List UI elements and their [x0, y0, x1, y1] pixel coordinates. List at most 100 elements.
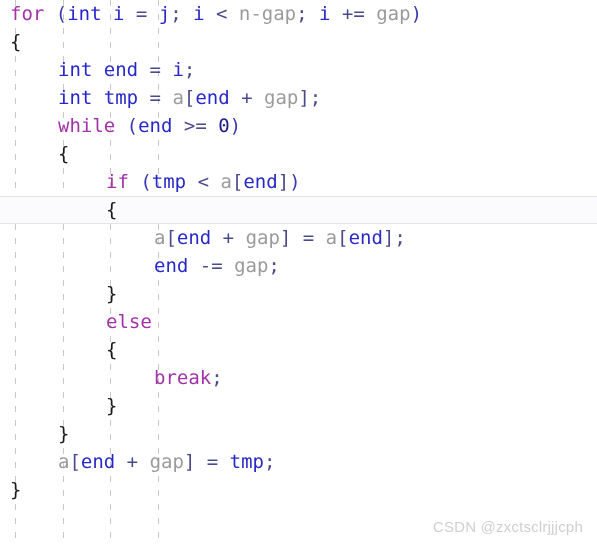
token-type: int — [67, 3, 102, 25]
token-kw: else — [106, 311, 152, 333]
token-punct: < — [186, 171, 221, 193]
token-kw: for — [10, 3, 45, 25]
token-brace: { — [106, 199, 118, 221]
token-punct: ; — [268, 255, 280, 277]
code-line[interactable]: { — [0, 28, 597, 56]
token-plain: gap — [234, 255, 269, 277]
token-punct: + — [115, 451, 150, 473]
token-punct: ] — [298, 87, 310, 109]
token-var: end — [348, 227, 383, 249]
token-punct: = — [138, 59, 173, 81]
token-var: j — [158, 3, 171, 25]
token-var: end — [103, 59, 139, 81]
code-line[interactable]: } — [0, 420, 597, 448]
token-plain: n-gap — [238, 3, 297, 25]
token-paren: ( — [55, 3, 68, 25]
token-plain: a — [325, 227, 338, 249]
token-punct: = — [291, 227, 326, 249]
token-punct: + — [211, 227, 246, 249]
code-line[interactable]: break; — [0, 364, 597, 392]
token-plain: a — [154, 227, 166, 249]
token-punct: ; — [309, 87, 322, 109]
code-line[interactable]: { — [0, 336, 597, 364]
code-line[interactable]: a[end + gap] = a[end]; — [0, 224, 597, 252]
token-var: end — [195, 87, 230, 109]
token-plain: gap — [149, 451, 184, 473]
token-punct: [ — [183, 87, 196, 109]
code-line[interactable]: } — [0, 392, 597, 420]
token-var: end — [80, 451, 116, 473]
token-plain: a — [172, 87, 184, 109]
token-var: end — [138, 115, 173, 137]
token-kw: break — [154, 367, 212, 389]
token-kw: while — [58, 115, 116, 137]
token-paren: ( — [140, 171, 152, 193]
token-plain: a — [220, 171, 232, 193]
csdn-watermark: CSDN @zxctsclrjjjcph — [432, 519, 583, 536]
token-punct: ] — [382, 227, 395, 249]
token-kw: if — [106, 171, 129, 193]
token-punct: ; — [211, 367, 223, 389]
token-var: end — [243, 171, 278, 193]
token-brace: { — [106, 339, 118, 361]
token-brace: } — [58, 423, 70, 445]
token-var: i — [319, 3, 331, 25]
token-var: end — [176, 227, 212, 249]
token-paren: ) — [229, 115, 242, 137]
token-type: int — [58, 59, 93, 81]
code-line[interactable]: int tmp = a[end + gap]; — [0, 84, 597, 112]
token-brace: } — [10, 479, 22, 501]
token-punct: ] — [277, 171, 290, 193]
code-line[interactable]: a[end + gap] = tmp; — [0, 448, 597, 476]
token-var: tmp — [229, 451, 264, 473]
token-punct: = — [138, 87, 173, 109]
token-plain: a — [58, 451, 70, 473]
code-line[interactable]: } — [0, 476, 597, 504]
token-var: i — [172, 59, 184, 81]
token-type: int — [58, 87, 93, 109]
token-var: tmp — [151, 171, 187, 193]
code-line[interactable]: else — [0, 308, 597, 336]
token-punct: ; — [296, 3, 320, 25]
token-plain: gap — [376, 3, 411, 25]
token-brace: } — [106, 283, 118, 305]
token-plain: gap — [264, 87, 299, 109]
code-line[interactable]: if (tmp < a[end]) — [0, 168, 597, 196]
code-line[interactable]: for (int i = j; i < n-gap; i += gap) — [0, 0, 597, 28]
token-brace: } — [106, 395, 118, 417]
token-punct: -= — [188, 255, 235, 277]
token-punct: ; — [394, 227, 406, 249]
token-punct: < — [204, 3, 239, 25]
token-punct: ; — [183, 59, 196, 81]
code-line[interactable]: { — [0, 196, 597, 224]
token-punct: [ — [231, 171, 244, 193]
token-brace: { — [58, 143, 70, 165]
code-line[interactable]: } — [0, 280, 597, 308]
code-editor[interactable]: for (int i = j; i < n-gap; i += gap){int… — [0, 0, 597, 544]
token-punct: [ — [337, 227, 349, 249]
code-line[interactable]: int end = i; — [0, 56, 597, 84]
token-brace: { — [10, 31, 22, 53]
token-paren: ( — [126, 115, 139, 137]
code-line[interactable]: while (end >= 0) — [0, 112, 597, 140]
token-punct: ] — [183, 451, 196, 473]
token-punct: ] — [279, 227, 292, 249]
token-punct: [ — [69, 451, 81, 473]
token-var: i — [113, 3, 125, 25]
token-var: tmp — [103, 87, 139, 109]
code-line[interactable]: { — [0, 140, 597, 168]
code-lines[interactable]: for (int i = j; i < n-gap; i += gap){int… — [0, 0, 597, 504]
code-line[interactable]: end -= gap; — [0, 252, 597, 280]
token-plain: gap — [245, 227, 280, 249]
token-var: i — [193, 3, 205, 25]
token-punct: = — [124, 3, 159, 25]
token-paren: ) — [410, 3, 423, 25]
token-num: 0 — [218, 115, 230, 137]
token-var: end — [154, 255, 189, 277]
